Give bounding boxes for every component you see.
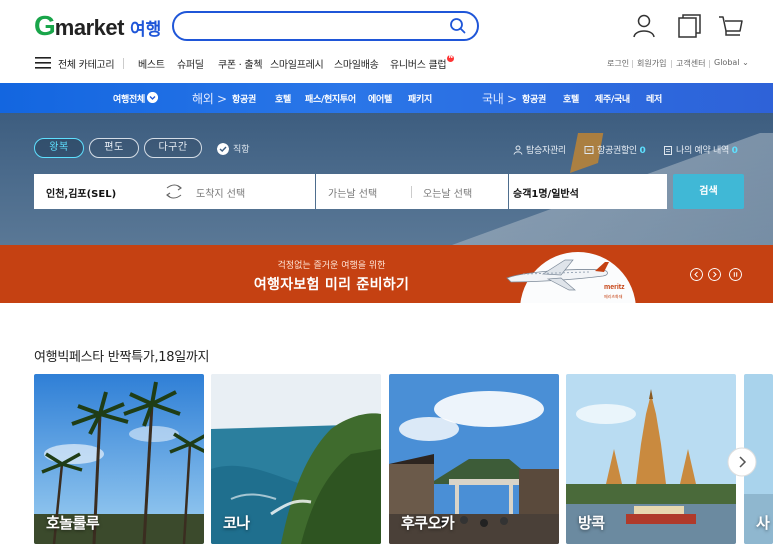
direct-flight-checkbox[interactable]: 직항	[217, 142, 250, 155]
passenger-field[interactable]: 승객1명/일반석	[509, 174, 667, 209]
nav-universe-club[interactable]: 유니버스 클럽	[390, 54, 455, 71]
chevron-down-icon: ⌄	[742, 58, 749, 67]
util-divider	[671, 60, 672, 68]
travel-category-bar: 여행전체 해외 > 항공권 호텔 패스/현지투어 에어텔 패키지 국내 > 항공…	[0, 83, 773, 113]
trip-roundtrip-button[interactable]: 왕복	[34, 138, 84, 158]
user-icon[interactable]	[630, 12, 658, 40]
domestic-jeju[interactable]: 제주/국내	[595, 92, 630, 105]
clipboard-icon	[664, 146, 672, 155]
new-badge-icon	[447, 54, 455, 62]
search-bar	[172, 11, 479, 41]
domestic-hotels[interactable]: 호텔	[563, 92, 579, 105]
next-arrow-icon[interactable]	[708, 268, 721, 281]
meritz-logo: meritz	[604, 284, 625, 291]
person-icon	[513, 145, 523, 155]
search-input[interactable]	[188, 17, 438, 35]
prev-arrow-icon[interactable]	[690, 268, 703, 281]
nav-best[interactable]: 베스트	[138, 56, 165, 71]
util-divider	[709, 60, 710, 68]
my-reservations-link[interactable]: 나의 예약 내역 0	[663, 143, 738, 156]
global-label: Global	[714, 58, 740, 67]
destination-name: 방콕	[578, 514, 605, 532]
domestic-flights[interactable]: 항공권	[522, 92, 546, 105]
destination-card-fukuoka[interactable]: 후쿠오카	[389, 374, 559, 544]
flight-discount-label: 항공권할인	[597, 146, 637, 156]
nav-universe-club-label: 유니버스 클럽	[390, 60, 447, 71]
nav-divider	[123, 58, 124, 69]
nav-coupon[interactable]: 쿠폰 · 출첵	[218, 56, 263, 71]
date-field: 가는날 선택 오는날 선택	[316, 174, 508, 209]
insurance-banner[interactable]: 걱정없는 즐거운 여행을 위한 여행자보험 미리 준비하기 meritz 메리츠…	[0, 245, 773, 303]
flight-discount-count: 0	[639, 146, 646, 156]
destination-field[interactable]: 도착지 선택	[196, 185, 245, 200]
nav-superdeal[interactable]: 슈퍼딜	[177, 56, 204, 71]
hamburger-menu-icon[interactable]	[35, 56, 51, 70]
passenger-manage-label: 탑승자관리	[526, 146, 566, 156]
passenger-manage-link[interactable]: 탑승자관리	[513, 143, 566, 156]
chevron-down-circle-icon[interactable]	[147, 92, 158, 103]
destination-card-kona[interactable]: 코나	[211, 374, 381, 544]
domestic-label[interactable]: 국내 >	[482, 90, 517, 107]
flight-search-button[interactable]: 검색	[673, 174, 744, 209]
search-icon[interactable]	[449, 17, 467, 35]
cart-icon[interactable]	[717, 12, 745, 40]
site-header: G market 여행 전체 카테고리 베스트 슈퍼딜 쿠폰 · 출첵 스마일프…	[0, 0, 773, 83]
my-reservations-count: 0	[731, 146, 738, 156]
logo-market: market	[54, 15, 125, 40]
passenger-class-value: 승객1명/일반석	[513, 189, 579, 200]
promo-section-title: 여행빅페스타 반짝특가,18일까지	[34, 350, 210, 365]
flight-search-hero: 왕복 편도 다구간 직항 탑승자관리 항공권할인 0 나의 예약 내역 0 인천…	[0, 113, 773, 245]
signup-link[interactable]: 회원가입	[637, 58, 666, 69]
logo-g: G	[34, 10, 56, 41]
route-field: 인천,김포(SEL) 도착지 선택	[34, 174, 315, 209]
coupon-icon	[584, 146, 594, 154]
depart-date-field[interactable]: 가는날 선택	[328, 185, 377, 200]
airplane-icon	[506, 259, 609, 291]
date-divider	[411, 186, 412, 198]
global-link[interactable]: Global ⌄	[714, 58, 749, 67]
gmarket-travel-logo[interactable]: G market 여행	[34, 10, 162, 41]
origin-field[interactable]: 인천,김포(SEL)	[46, 185, 116, 200]
util-divider	[632, 60, 633, 68]
check-circle-icon	[217, 142, 229, 155]
pause-icon[interactable]	[729, 268, 742, 281]
customer-center-link[interactable]: 고객센터	[676, 58, 705, 69]
destination-name: 호놀룰루	[46, 514, 100, 532]
nav-smile-delivery[interactable]: 스마일배송	[334, 56, 379, 71]
meritz-subtitle: 메리츠화재	[604, 294, 623, 299]
swap-icon[interactable]	[165, 183, 183, 200]
main-nav: 전체 카테고리 베스트 슈퍼딜 쿠폰 · 출첵 스마일프레시 스마일배송 유니버…	[0, 52, 773, 74]
overseas-airtel[interactable]: 에어텔	[368, 92, 392, 105]
overseas-pass-tours[interactable]: 패스/현지투어	[305, 92, 356, 105]
carousel-next-button[interactable]	[727, 447, 757, 477]
login-link[interactable]: 로그인	[607, 58, 629, 69]
overseas-hotels[interactable]: 호텔	[275, 92, 291, 105]
overseas-package[interactable]: 패키지	[408, 92, 432, 105]
destination-card-bangkok[interactable]: 방콕	[566, 374, 736, 544]
all-categories-link[interactable]: 전체 카테고리	[58, 56, 115, 71]
logo-travel: 여행	[129, 20, 162, 40]
trip-oneway-button[interactable]: 편도	[89, 138, 139, 158]
overseas-label[interactable]: 해외 >	[192, 90, 227, 107]
flight-discount-link[interactable]: 항공권할인 0	[584, 143, 646, 156]
nav-smile-fresh[interactable]: 스마일프레시	[270, 56, 324, 71]
destination-card-honolulu[interactable]: 호놀룰루	[34, 374, 204, 544]
domestic-leisure[interactable]: 레저	[646, 92, 662, 105]
recent-icon[interactable]	[675, 12, 703, 40]
trip-multicity-button[interactable]: 다구간	[144, 138, 202, 158]
direct-flight-label: 직항	[233, 145, 250, 155]
return-date-field[interactable]: 오는날 선택	[423, 185, 472, 200]
all-travel-link[interactable]: 여행전체	[113, 92, 145, 105]
overseas-flights[interactable]: 항공권	[232, 92, 256, 105]
my-reservations-label: 나의 예약 내역	[676, 146, 730, 156]
destination-name: 코나	[223, 514, 250, 532]
destination-name: 후쿠오카	[401, 514, 455, 532]
destination-name: 사	[756, 514, 770, 532]
